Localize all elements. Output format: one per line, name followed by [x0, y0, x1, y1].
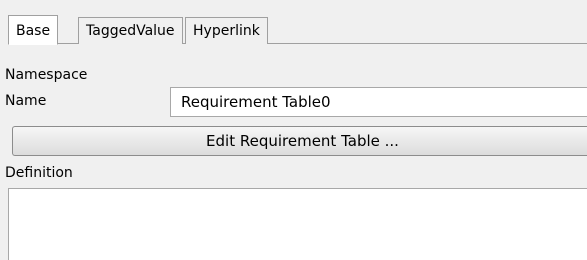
namespace-label: Namespace — [5, 67, 88, 83]
properties-panel: Base TaggedValue Hyperlink Namespace Nam… — [0, 0, 587, 260]
tab-base[interactable]: Base — [8, 15, 59, 45]
tab-taggedvalue[interactable]: TaggedValue — [78, 17, 183, 44]
edit-requirement-table-button[interactable]: Edit Requirement Table ... — [12, 126, 587, 156]
definition-label: Definition — [5, 165, 73, 181]
name-label: Name — [5, 93, 47, 109]
tab-strip: Base TaggedValue Hyperlink — [8, 14, 587, 45]
definition-textarea[interactable] — [8, 188, 587, 260]
name-field[interactable] — [170, 87, 587, 117]
tab-hyperlink[interactable]: Hyperlink — [185, 17, 268, 44]
